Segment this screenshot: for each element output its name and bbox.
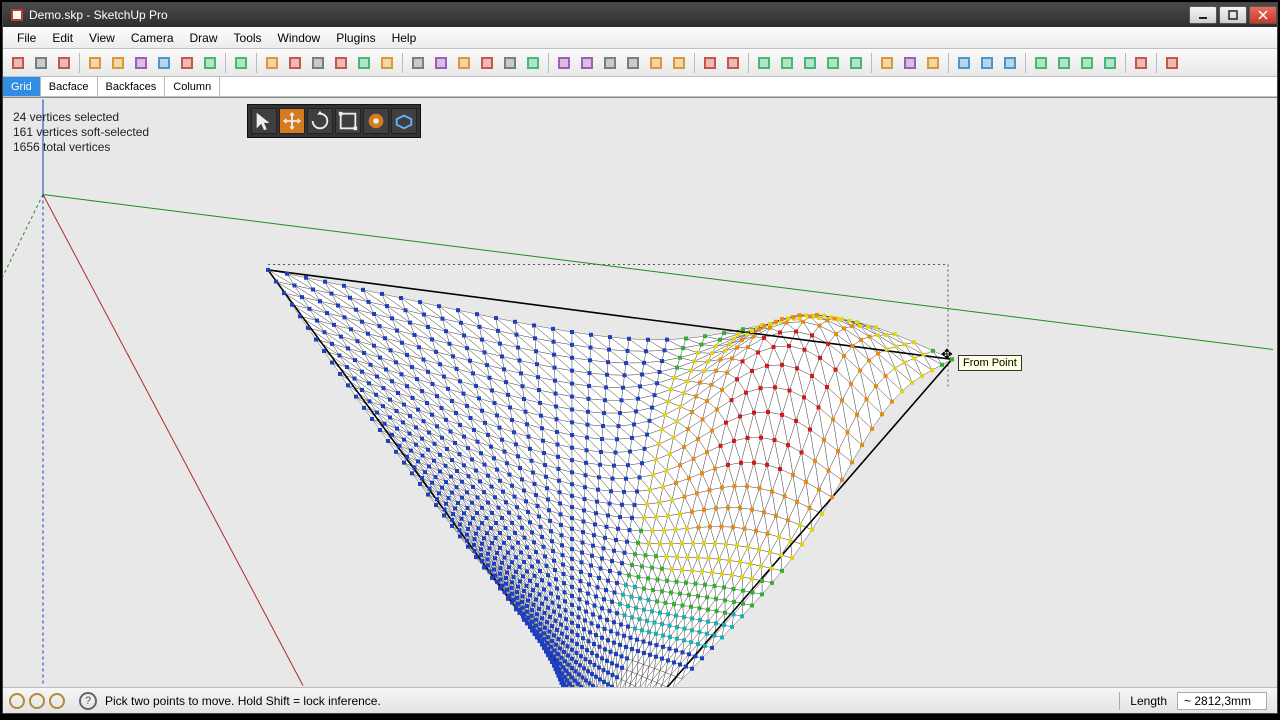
move-cursor-icon: ✥ <box>941 346 953 363</box>
polygon-icon[interactable] <box>153 52 175 74</box>
help-icon[interactable]: ? <box>79 692 97 710</box>
scale-icon[interactable] <box>307 52 329 74</box>
sandbox2-icon[interactable] <box>1053 52 1075 74</box>
status-icon-1[interactable] <box>9 693 25 709</box>
menu-view[interactable]: View <box>81 29 123 47</box>
orbit-icon[interactable] <box>407 52 429 74</box>
app-icon <box>9 7 25 23</box>
sandbox3-icon[interactable] <box>1076 52 1098 74</box>
tab-grid[interactable]: Grid <box>3 77 41 96</box>
move-icon[interactable] <box>261 52 283 74</box>
eraser-icon[interactable] <box>53 52 75 74</box>
menu-help[interactable]: Help <box>384 29 425 47</box>
circle-icon[interactable] <box>176 52 198 74</box>
zoom-extents-icon[interactable] <box>476 52 498 74</box>
close-button[interactable] <box>1249 6 1277 24</box>
iso-icon[interactable] <box>553 52 575 74</box>
info-soft: 161 vertices soft-selected <box>13 125 149 140</box>
minimize-button[interactable] <box>1189 6 1217 24</box>
3d-canvas <box>3 98 1277 687</box>
previous-icon[interactable] <box>522 52 544 74</box>
zoom-window-icon[interactable] <box>499 52 521 74</box>
zoom-icon[interactable] <box>453 52 475 74</box>
dim-icon[interactable] <box>899 52 921 74</box>
rect-icon[interactable] <box>107 52 129 74</box>
followme-icon[interactable] <box>353 52 375 74</box>
menu-plugins[interactable]: Plugins <box>328 29 383 47</box>
menubar: FileEditViewCameraDrawToolsWindowPlugins… <box>3 27 1277 49</box>
mesh-surface <box>266 268 954 687</box>
layer-tabs: GridBacfaceBackfacesColumn <box>3 77 1277 97</box>
extrude-tool[interactable] <box>391 108 417 134</box>
extra1-icon[interactable] <box>1130 52 1152 74</box>
paint-icon[interactable] <box>30 52 52 74</box>
sandbox1-icon[interactable] <box>1030 52 1052 74</box>
status-message: Pick two points to move. Hold Shift = lo… <box>105 694 1119 708</box>
cursor-tool[interactable] <box>251 108 277 134</box>
maximize-button[interactable] <box>1219 6 1247 24</box>
main-toolbar <box>3 49 1277 77</box>
menu-edit[interactable]: Edit <box>44 29 81 47</box>
menu-tools[interactable]: Tools <box>226 29 270 47</box>
inference-tooltip: From Point <box>958 355 1022 371</box>
shade2-icon[interactable] <box>722 52 744 74</box>
status-icon-3[interactable] <box>49 693 65 709</box>
arc-icon[interactable] <box>130 52 152 74</box>
minimize-icon <box>1198 10 1208 20</box>
tab-bacface[interactable]: Bacface <box>41 77 98 96</box>
top-icon[interactable] <box>576 52 598 74</box>
axis-green <box>43 195 1273 350</box>
back-icon[interactable] <box>645 52 667 74</box>
plugin1-icon[interactable] <box>953 52 975 74</box>
tab-column[interactable]: Column <box>165 77 220 96</box>
statusbar: ? Pick two points to move. Hold Shift = … <box>3 687 1277 713</box>
section1-icon[interactable] <box>753 52 775 74</box>
shade1-icon[interactable] <box>699 52 721 74</box>
maximize-icon <box>1228 10 1238 20</box>
menu-file[interactable]: File <box>9 29 44 47</box>
axes-icon[interactable] <box>876 52 898 74</box>
offset-icon[interactable] <box>330 52 352 74</box>
menu-camera[interactable]: Camera <box>123 29 182 47</box>
text-icon[interactable] <box>922 52 944 74</box>
pan-icon[interactable] <box>430 52 452 74</box>
section2-icon[interactable] <box>776 52 798 74</box>
extra2-icon[interactable] <box>1161 52 1183 74</box>
tape-icon[interactable] <box>376 52 398 74</box>
sandbox4-icon[interactable] <box>1099 52 1121 74</box>
line-icon[interactable] <box>84 52 106 74</box>
menu-window[interactable]: Window <box>270 29 329 47</box>
vertex-toolbar[interactable] <box>247 104 421 138</box>
menu-draw[interactable]: Draw <box>182 29 226 47</box>
move-vertex-tool[interactable] <box>279 108 305 134</box>
tab-backfaces[interactable]: Backfaces <box>98 77 166 96</box>
rotate-icon[interactable] <box>284 52 306 74</box>
info-total: 1656 total vertices <box>13 140 149 155</box>
soft-tool[interactable] <box>363 108 389 134</box>
freehand-icon[interactable] <box>199 52 221 74</box>
pushpull-icon[interactable] <box>230 52 252 74</box>
close-icon <box>1258 10 1268 20</box>
left-icon[interactable] <box>668 52 690 74</box>
app-window: Demo.skp - SketchUp Pro FileEditViewCame… <box>2 2 1278 714</box>
length-value[interactable]: ~ 2812,3mm <box>1177 692 1267 710</box>
section4-icon[interactable] <box>822 52 844 74</box>
front-icon[interactable] <box>599 52 621 74</box>
info-selected: 24 vertices selected <box>13 110 149 125</box>
select-icon[interactable] <box>7 52 29 74</box>
plugin2-icon[interactable] <box>976 52 998 74</box>
status-icon-2[interactable] <box>29 693 45 709</box>
axis-red <box>43 195 303 686</box>
right-icon[interactable] <box>622 52 644 74</box>
length-label: Length <box>1130 694 1167 708</box>
selection-info: 24 vertices selected 161 vertices soft-s… <box>13 110 149 155</box>
scale-vertex-tool[interactable] <box>335 108 361 134</box>
rotate-vertex-tool[interactable] <box>307 108 333 134</box>
viewport[interactable]: 24 vertices selected 161 vertices soft-s… <box>3 97 1277 687</box>
section3-icon[interactable] <box>799 52 821 74</box>
titlebar[interactable]: Demo.skp - SketchUp Pro <box>3 3 1277 27</box>
window-title: Demo.skp - SketchUp Pro <box>29 8 1187 22</box>
plugin3-icon[interactable] <box>999 52 1021 74</box>
section5-icon[interactable] <box>845 52 867 74</box>
